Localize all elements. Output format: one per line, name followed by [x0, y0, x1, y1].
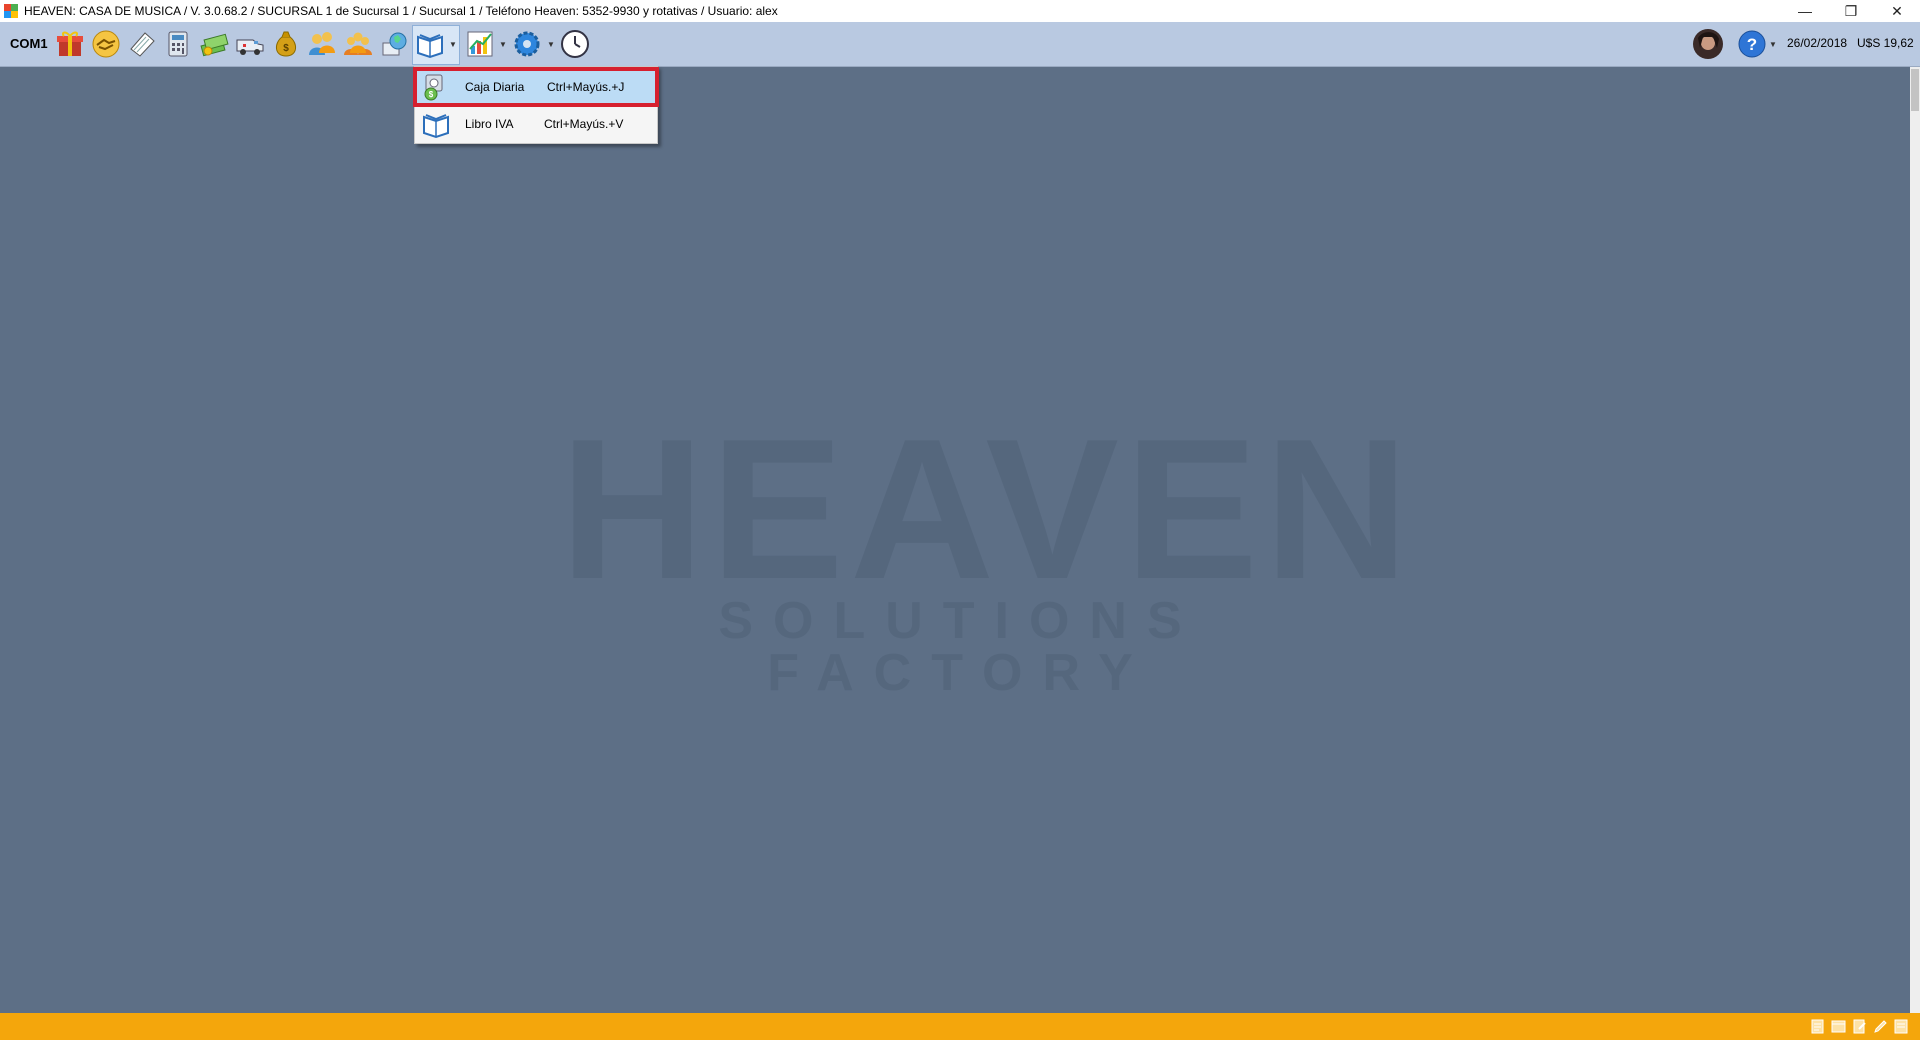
avatar[interactable]: [1692, 28, 1724, 60]
pencil-icon[interactable]: [1873, 1019, 1888, 1034]
book-icon[interactable]: [415, 29, 445, 59]
date-label: 26/02/2018: [1787, 36, 1848, 50]
menu-item-caja-diaria[interactable]: $ Caja Diaria Ctrl+Mayús.+J: [413, 67, 659, 107]
money-bag-icon[interactable]: $: [271, 29, 301, 59]
close-button[interactable]: ✕: [1874, 0, 1920, 22]
notes-icon[interactable]: [1894, 1019, 1909, 1034]
notepad-icon[interactable]: [127, 29, 157, 59]
minimize-button[interactable]: —: [1782, 0, 1828, 22]
status-bar: [0, 1013, 1920, 1040]
menu-item-shortcut: Ctrl+Mayús.+V: [544, 117, 624, 131]
globe-icon[interactable]: [379, 29, 409, 59]
menu-item-label: Caja Diaria: [465, 80, 525, 94]
gift-icon[interactable]: [55, 29, 85, 59]
menu-item-shortcut: Ctrl+Mayús.+J: [547, 80, 625, 94]
com-port-label: COM1: [10, 36, 48, 51]
chart-icon[interactable]: [465, 29, 495, 59]
users-icon[interactable]: [307, 29, 337, 59]
handshake-icon[interactable]: [91, 29, 121, 59]
help-icon[interactable]: ?: [1737, 29, 1767, 59]
main-toolbar: COM1 $ ▼ ▼ ▼ ? ▼ 26/02/2018 U$S 19,62: [0, 22, 1920, 67]
exchange-rate-label: U$S 19,62: [1857, 36, 1914, 50]
money-icon[interactable]: [199, 29, 229, 59]
book-dropdown-menu: $ Caja Diaria Ctrl+Mayús.+J Libro IVA Ct…: [413, 66, 659, 144]
book-dropdown-arrow-icon[interactable]: ▼: [449, 40, 457, 49]
title-bar: HEAVEN: CASA DE MUSICA / V. 3.0.68.2 / S…: [0, 0, 1920, 22]
document-icon[interactable]: [1810, 1019, 1825, 1034]
watermark-title: HEAVEN: [560, 398, 1415, 621]
svg-text:$: $: [283, 43, 289, 54]
restore-button[interactable]: ❐: [1828, 0, 1874, 22]
svg-text:?: ?: [1747, 35, 1757, 54]
group-icon[interactable]: [343, 29, 373, 59]
clock-icon[interactable]: [560, 29, 590, 59]
van-icon[interactable]: [235, 29, 265, 59]
app-icon: [4, 4, 18, 18]
menu-item-libro-iva[interactable]: Libro IVA Ctrl+Mayús.+V: [415, 106, 657, 142]
gear-icon[interactable]: [512, 29, 542, 59]
window-icon[interactable]: [1831, 1019, 1846, 1034]
watermark-subtitle: SOLUTIONS FACTORY: [718, 592, 1202, 702]
gear-dropdown-arrow-icon[interactable]: ▼: [547, 40, 555, 49]
cash-box-icon: $: [424, 74, 443, 101]
window-title: HEAVEN: CASA DE MUSICA / V. 3.0.68.2 / S…: [24, 4, 778, 18]
svg-text:$: $: [429, 90, 434, 99]
scrollbar-thumb[interactable]: [1911, 69, 1919, 111]
menu-item-label: Libro IVA: [465, 117, 514, 131]
help-dropdown-arrow-icon[interactable]: ▼: [1769, 40, 1777, 49]
chart-dropdown-arrow-icon[interactable]: ▼: [499, 40, 507, 49]
book-icon: [423, 114, 449, 139]
edit-document-icon[interactable]: [1852, 1019, 1867, 1034]
vertical-scrollbar[interactable]: [1910, 67, 1920, 1013]
calculator-icon[interactable]: [163, 29, 193, 59]
